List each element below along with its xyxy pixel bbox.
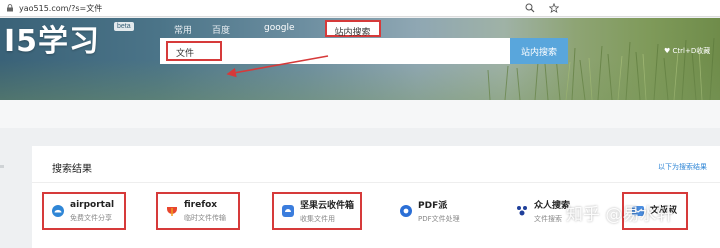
result-airportal[interactable]: airportal 免费文件分享 <box>42 192 126 230</box>
result-name: 坚果云收件箱 <box>300 201 355 211</box>
spacer <box>0 100 720 128</box>
tab-common[interactable]: 常用 <box>166 20 200 37</box>
search-tabs: 常用 百度 google 站内搜索 <box>166 20 385 38</box>
bookmark-hint: ♥ Ctrl+D收藏 <box>664 47 711 55</box>
results-title: 搜索结果 <box>52 164 92 175</box>
site-logo[interactable]: I5学习 <box>4 16 100 60</box>
results-link[interactable]: 以下为搜索结果 <box>658 162 707 172</box>
result-name: PDF派 <box>418 201 448 211</box>
result-firefox[interactable]: firefox 临时文件传输 <box>156 192 240 230</box>
lock-icon <box>6 4 14 12</box>
divider <box>32 182 720 183</box>
result-nutstore-inbox[interactable]: 坚果云收件箱 收集文件用 <box>272 192 362 230</box>
search-box[interactable]: 文件 <box>160 38 510 64</box>
results-card: 搜索结果 以下为搜索结果 airportal 免费文件分享 firefox 临时… <box>32 146 720 248</box>
zoom-icon[interactable] <box>524 2 536 14</box>
beta-badge: beta <box>114 22 134 31</box>
people-icon <box>514 203 530 219</box>
tab-site-search[interactable]: 站内搜索 <box>324 20 381 38</box>
browser-address-bar[interactable]: yao515.com/?s=文件 <box>0 0 720 17</box>
firefox-icon <box>164 203 180 219</box>
result-desc: 收集文件用 <box>300 215 335 223</box>
pdf-icon <box>398 203 414 219</box>
result-name: airportal <box>70 199 115 210</box>
result-desc: 临时文件传输 <box>184 213 226 222</box>
search-input[interactable]: 文件 <box>166 41 222 61</box>
zhihu-watermark: 知乎 @易水轩 <box>566 205 674 225</box>
result-desc: PDF文件处理 <box>418 215 460 223</box>
url-text[interactable]: yao515.com/?s=文件 <box>19 3 102 14</box>
tab-baidu[interactable]: 百度 <box>204 20 238 37</box>
result-name: firefox <box>184 199 218 210</box>
airportal-icon <box>50 203 66 219</box>
tab-google[interactable]: google <box>256 20 302 37</box>
nutstore-icon <box>280 203 296 219</box>
left-edge-mark <box>0 160 6 172</box>
result-pdf[interactable]: PDF派 PDF文件处理 <box>392 192 472 230</box>
search-button[interactable]: 站内搜索 <box>510 38 568 64</box>
result-name: 众人搜索 <box>534 201 571 211</box>
star-icon[interactable] <box>548 2 560 14</box>
result-desc: 免费文件分享 <box>70 213 112 222</box>
result-desc: 文件搜索 <box>534 215 562 223</box>
